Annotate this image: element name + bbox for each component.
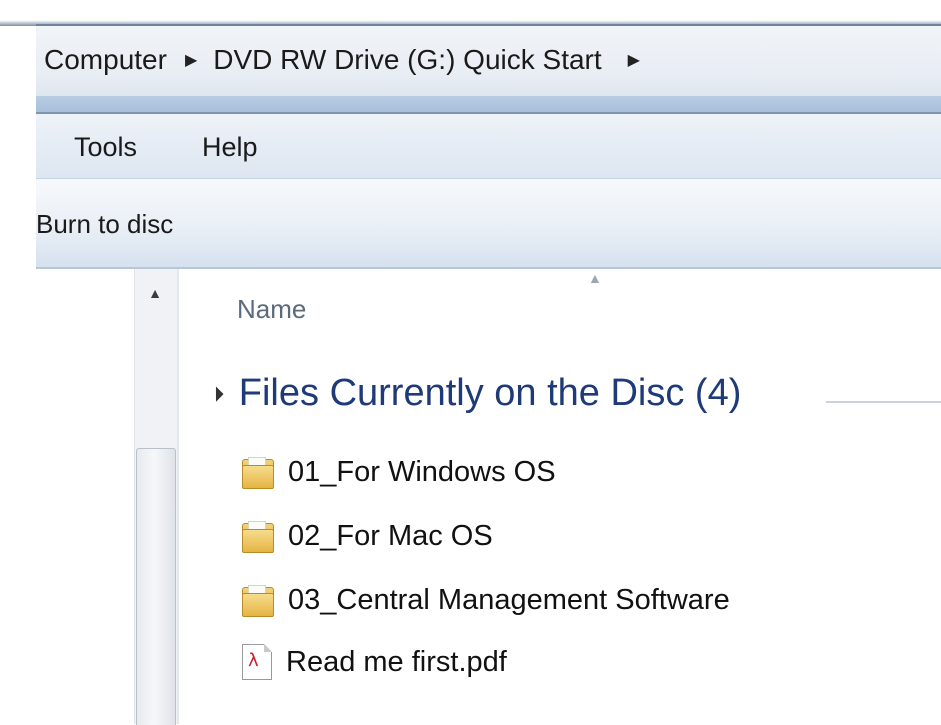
file-name: 03_Central Management Software bbox=[288, 583, 730, 616]
navigation-pane[interactable] bbox=[36, 269, 132, 724]
command-bar: Burn to disc bbox=[36, 179, 941, 269]
chevron-right-icon[interactable]: ▶ bbox=[628, 50, 640, 70]
list-item[interactable]: λ Read me first.pdf bbox=[240, 636, 507, 688]
breadcrumb: Computer ▶ DVD RW Drive (G:) Quick Start… bbox=[44, 44, 640, 76]
address-bar-bottom bbox=[36, 96, 941, 114]
address-bar[interactable]: Computer ▶ DVD RW Drive (G:) Quick Start… bbox=[36, 24, 941, 98]
scroll-up-arrow-icon[interactable]: ▲ bbox=[134, 278, 176, 308]
list-item[interactable]: 01_For Windows OS bbox=[240, 446, 556, 498]
file-name: 02_For Mac OS bbox=[288, 519, 493, 552]
menu-bar: Tools Help bbox=[36, 114, 941, 179]
group-header[interactable]: ◢ Files Currently on the Disc (4) bbox=[206, 372, 742, 415]
breadcrumb-item-dvd-drive[interactable]: DVD RW Drive (G:) Quick Start bbox=[213, 44, 601, 76]
pane-divider[interactable] bbox=[177, 269, 179, 724]
group-divider bbox=[826, 401, 941, 403]
collapse-triangle-icon[interactable]: ◢ bbox=[206, 384, 226, 404]
chevron-right-icon[interactable]: ▶ bbox=[185, 50, 197, 70]
sort-ascending-icon: ▲ bbox=[588, 270, 602, 286]
column-header-name[interactable]: Name bbox=[237, 294, 306, 325]
nav-scrollbar-thumb[interactable] bbox=[136, 448, 176, 725]
breadcrumb-item-computer[interactable]: Computer bbox=[44, 44, 167, 76]
folder-icon bbox=[240, 455, 274, 489]
list-item[interactable]: 02_For Mac OS bbox=[240, 510, 493, 562]
pdf-icon: λ bbox=[242, 644, 272, 680]
window-top-edge bbox=[0, 0, 941, 26]
folder-icon bbox=[240, 519, 274, 553]
menu-help[interactable]: Help bbox=[198, 130, 262, 165]
menu-tools[interactable]: Tools bbox=[70, 130, 141, 165]
group-title: Files Currently on the Disc (4) bbox=[238, 372, 742, 414]
file-name: 01_For Windows OS bbox=[288, 455, 556, 488]
file-name: Read me first.pdf bbox=[286, 645, 507, 678]
burn-to-disc-button[interactable]: Burn to disc bbox=[36, 207, 179, 242]
folder-icon bbox=[240, 583, 274, 617]
list-item[interactable]: 03_Central Management Software bbox=[240, 574, 730, 626]
